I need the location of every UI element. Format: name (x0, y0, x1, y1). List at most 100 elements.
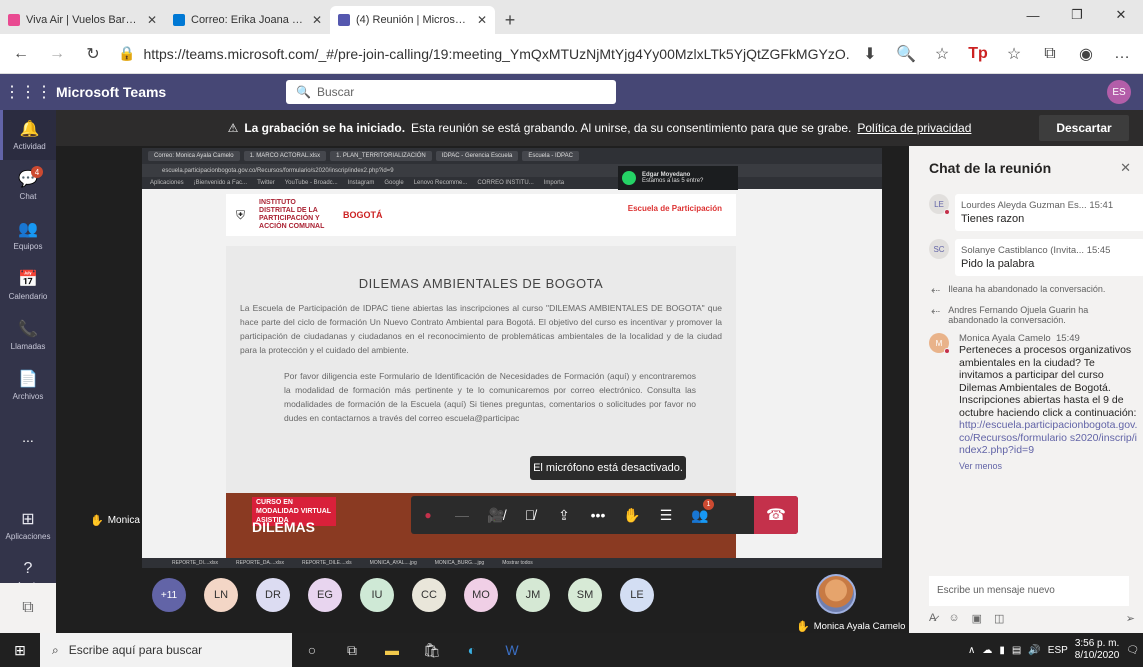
close-window-icon[interactable]: ✕ (1099, 0, 1143, 30)
participant-tile[interactable]: EG (308, 578, 342, 612)
participant-tile[interactable]: IU (360, 578, 394, 612)
rail-item-files[interactable]: 📄 Archivos (0, 360, 56, 410)
windows-start-icon[interactable]: ⊞ (0, 633, 40, 667)
banner-text: Esta reunión se está grabando. Al unirse… (411, 121, 852, 135)
privacy-link[interactable]: Política de privacidad (857, 121, 971, 135)
rail-label: Equipos (13, 242, 43, 251)
camera-off-icon[interactable]: 🎥̸ (479, 496, 513, 534)
rail-item-bell[interactable]: 🔔 Actividad (0, 110, 56, 160)
favorites-bar-icon[interactable]: ☆ (999, 39, 1029, 69)
colombia-shield-icon: ⛨ (236, 207, 246, 222)
word-icon[interactable]: W (492, 633, 532, 667)
close-tab-icon[interactable]: ✕ (147, 13, 157, 27)
rail-item-teams[interactable]: 👥 Equipos (0, 210, 56, 260)
format-icon[interactable]: A̷ (929, 612, 936, 625)
share-screen-icon[interactable]: ⇪ (547, 496, 581, 534)
participant-tile[interactable]: SM (568, 578, 602, 612)
favorite-star-icon[interactable]: ☆ (927, 39, 957, 69)
rail-item-more[interactable]: ... (0, 410, 56, 460)
tray-chevron-icon[interactable]: ∧ (968, 645, 975, 656)
dismiss-button[interactable]: Descartar (1039, 115, 1129, 141)
lock-icon: 🔒 (118, 45, 136, 61)
edge-icon[interactable]: ◐ (452, 633, 492, 667)
app-name: Microsoft Teams (56, 84, 167, 100)
mic-off-icon[interactable]: 🎙̸ (513, 496, 547, 534)
more-participants-tile[interactable]: +11 (152, 578, 186, 612)
raise-hand-icon[interactable]: ✋ (615, 496, 649, 534)
self-name-label: ✋ Monica Ayala Camelo (796, 621, 906, 633)
refresh-icon[interactable]: ↻ (78, 39, 108, 69)
browser-tab[interactable]: Viva Air | Vuelos Baratos a Destin ✕ (0, 6, 165, 34)
close-tab-icon[interactable]: ✕ (312, 13, 322, 27)
more-actions-icon[interactable]: ••• (581, 496, 615, 534)
new-tab-icon[interactable]: + (495, 6, 525, 34)
shared-tab: Escuela - IDPAC (522, 151, 579, 161)
sticker-icon[interactable]: ◫ (994, 612, 1004, 625)
chat-title: Chat de la reunión (929, 160, 1052, 176)
unread-badge: 4 (31, 166, 43, 178)
tp-extension-icon[interactable]: Tp (963, 39, 993, 69)
forward-icon[interactable]: → (42, 39, 72, 69)
send-icon[interactable]: ➢ (1126, 612, 1135, 625)
show-conversation-icon[interactable]: ☰ (649, 496, 683, 534)
whatsapp-icon (622, 171, 636, 185)
collections-icon[interactable]: ⧉ (1035, 39, 1065, 69)
participant-tile[interactable]: MO (464, 578, 498, 612)
participant-tile[interactable]: LE (620, 578, 654, 612)
shared-download-item: REPORTE_DA....xlsx (236, 560, 285, 566)
rail-item-apps[interactable]: ⊞ Aplicaciones (0, 500, 56, 550)
rail-item-phone[interactable]: 📞 Llamadas (0, 310, 56, 360)
language-label[interactable]: ESP (1048, 645, 1068, 656)
cortana-icon[interactable]: ○ (292, 633, 332, 667)
see-less-link[interactable]: Ver menos (959, 461, 1139, 471)
rail-label: ... (22, 428, 34, 445)
close-chat-icon[interactable]: ✕ (1120, 160, 1131, 176)
clock[interactable]: 3:56 p. m. 8/10/2020 (1075, 638, 1120, 662)
browser-tab[interactable]: Correo: Erika Joana Velez Saldarr ✕ (165, 6, 330, 34)
message-link[interactable]: http://escuela.participacionbogota.gov.c… (959, 419, 1137, 456)
participants-icon[interactable]: 👥 1 (683, 496, 717, 534)
app-launcher-icon[interactable]: ⋮⋮⋮ (0, 82, 56, 102)
rail-item-chat[interactable]: 💬 4 Chat (0, 160, 56, 210)
participant-tile[interactable]: LN (204, 578, 238, 612)
hang-up-button[interactable]: ☎ (754, 496, 798, 534)
browser-tab[interactable]: (4) Reunión | Microsoft Tear ✕ (330, 6, 495, 34)
profile-icon[interactable]: ◉ (1071, 39, 1101, 69)
gif-icon[interactable]: ▣ (972, 612, 982, 625)
file-explorer-icon[interactable]: ▬ (372, 633, 412, 667)
chat-message: SC Solanye Castiblanco (Invita... 15:45 Pi… (909, 235, 1143, 280)
user-avatar[interactable]: ES (1107, 80, 1131, 104)
store-icon[interactable]: 🛍 (412, 633, 452, 667)
participant-tile[interactable]: CC (412, 578, 446, 612)
back-icon[interactable]: ← (6, 39, 36, 69)
onedrive-icon[interactable]: ☁ (982, 645, 992, 656)
course-instructions: Por favor diligencia este Formulario de … (284, 371, 696, 423)
notifications-icon[interactable]: 🗨 (1126, 645, 1139, 656)
minimize-icon[interactable]: — (1011, 0, 1055, 30)
avatar: SC (929, 239, 949, 259)
task-view-icon[interactable]: ⧉ (332, 633, 372, 667)
compose-input[interactable]: Escribe un mensaje nuevo (929, 576, 1129, 606)
shared-bookmark: ¡Bienvenido a Fac... (193, 180, 248, 186)
participant-tile[interactable]: DR (256, 578, 290, 612)
emoji-icon[interactable]: ☺ (948, 612, 959, 625)
message-bubble: Solanye Castiblanco (Invita... 15:45 Pido… (955, 239, 1143, 276)
feedback-button[interactable]: ⧉ (0, 583, 56, 633)
rail-item-calendar[interactable]: 📅 Calendario (0, 260, 56, 310)
rail-label: Archivos (12, 392, 44, 401)
search-input[interactable]: 🔍 Buscar (286, 80, 616, 104)
extension-icon[interactable]: ⬇ (855, 39, 885, 69)
chat-header: Chat de la reunión ✕ (909, 146, 1143, 190)
volume-icon[interactable]: 🔊 (1028, 645, 1040, 656)
url-field[interactable]: 🔒 https://teams.microsoft.com/_#/pre-joi… (114, 40, 849, 68)
battery-icon[interactable]: ▮ (999, 645, 1005, 656)
zoom-icon[interactable]: 🔍 (891, 39, 921, 69)
taskbar-search-input[interactable]: ⌕ Escribe aquí para buscar (40, 633, 292, 667)
participant-tile[interactable]: JM (516, 578, 550, 612)
restore-icon[interactable]: ❐ (1055, 0, 1099, 30)
tab-favicon-icon (8, 14, 20, 26)
browser-menu-icon[interactable]: … (1107, 39, 1137, 69)
network-icon[interactable]: ▤ (1012, 645, 1021, 656)
close-tab-icon[interactable]: ✕ (477, 13, 487, 27)
message-meta: Monica Ayala Camelo 15:49 (959, 333, 1080, 344)
